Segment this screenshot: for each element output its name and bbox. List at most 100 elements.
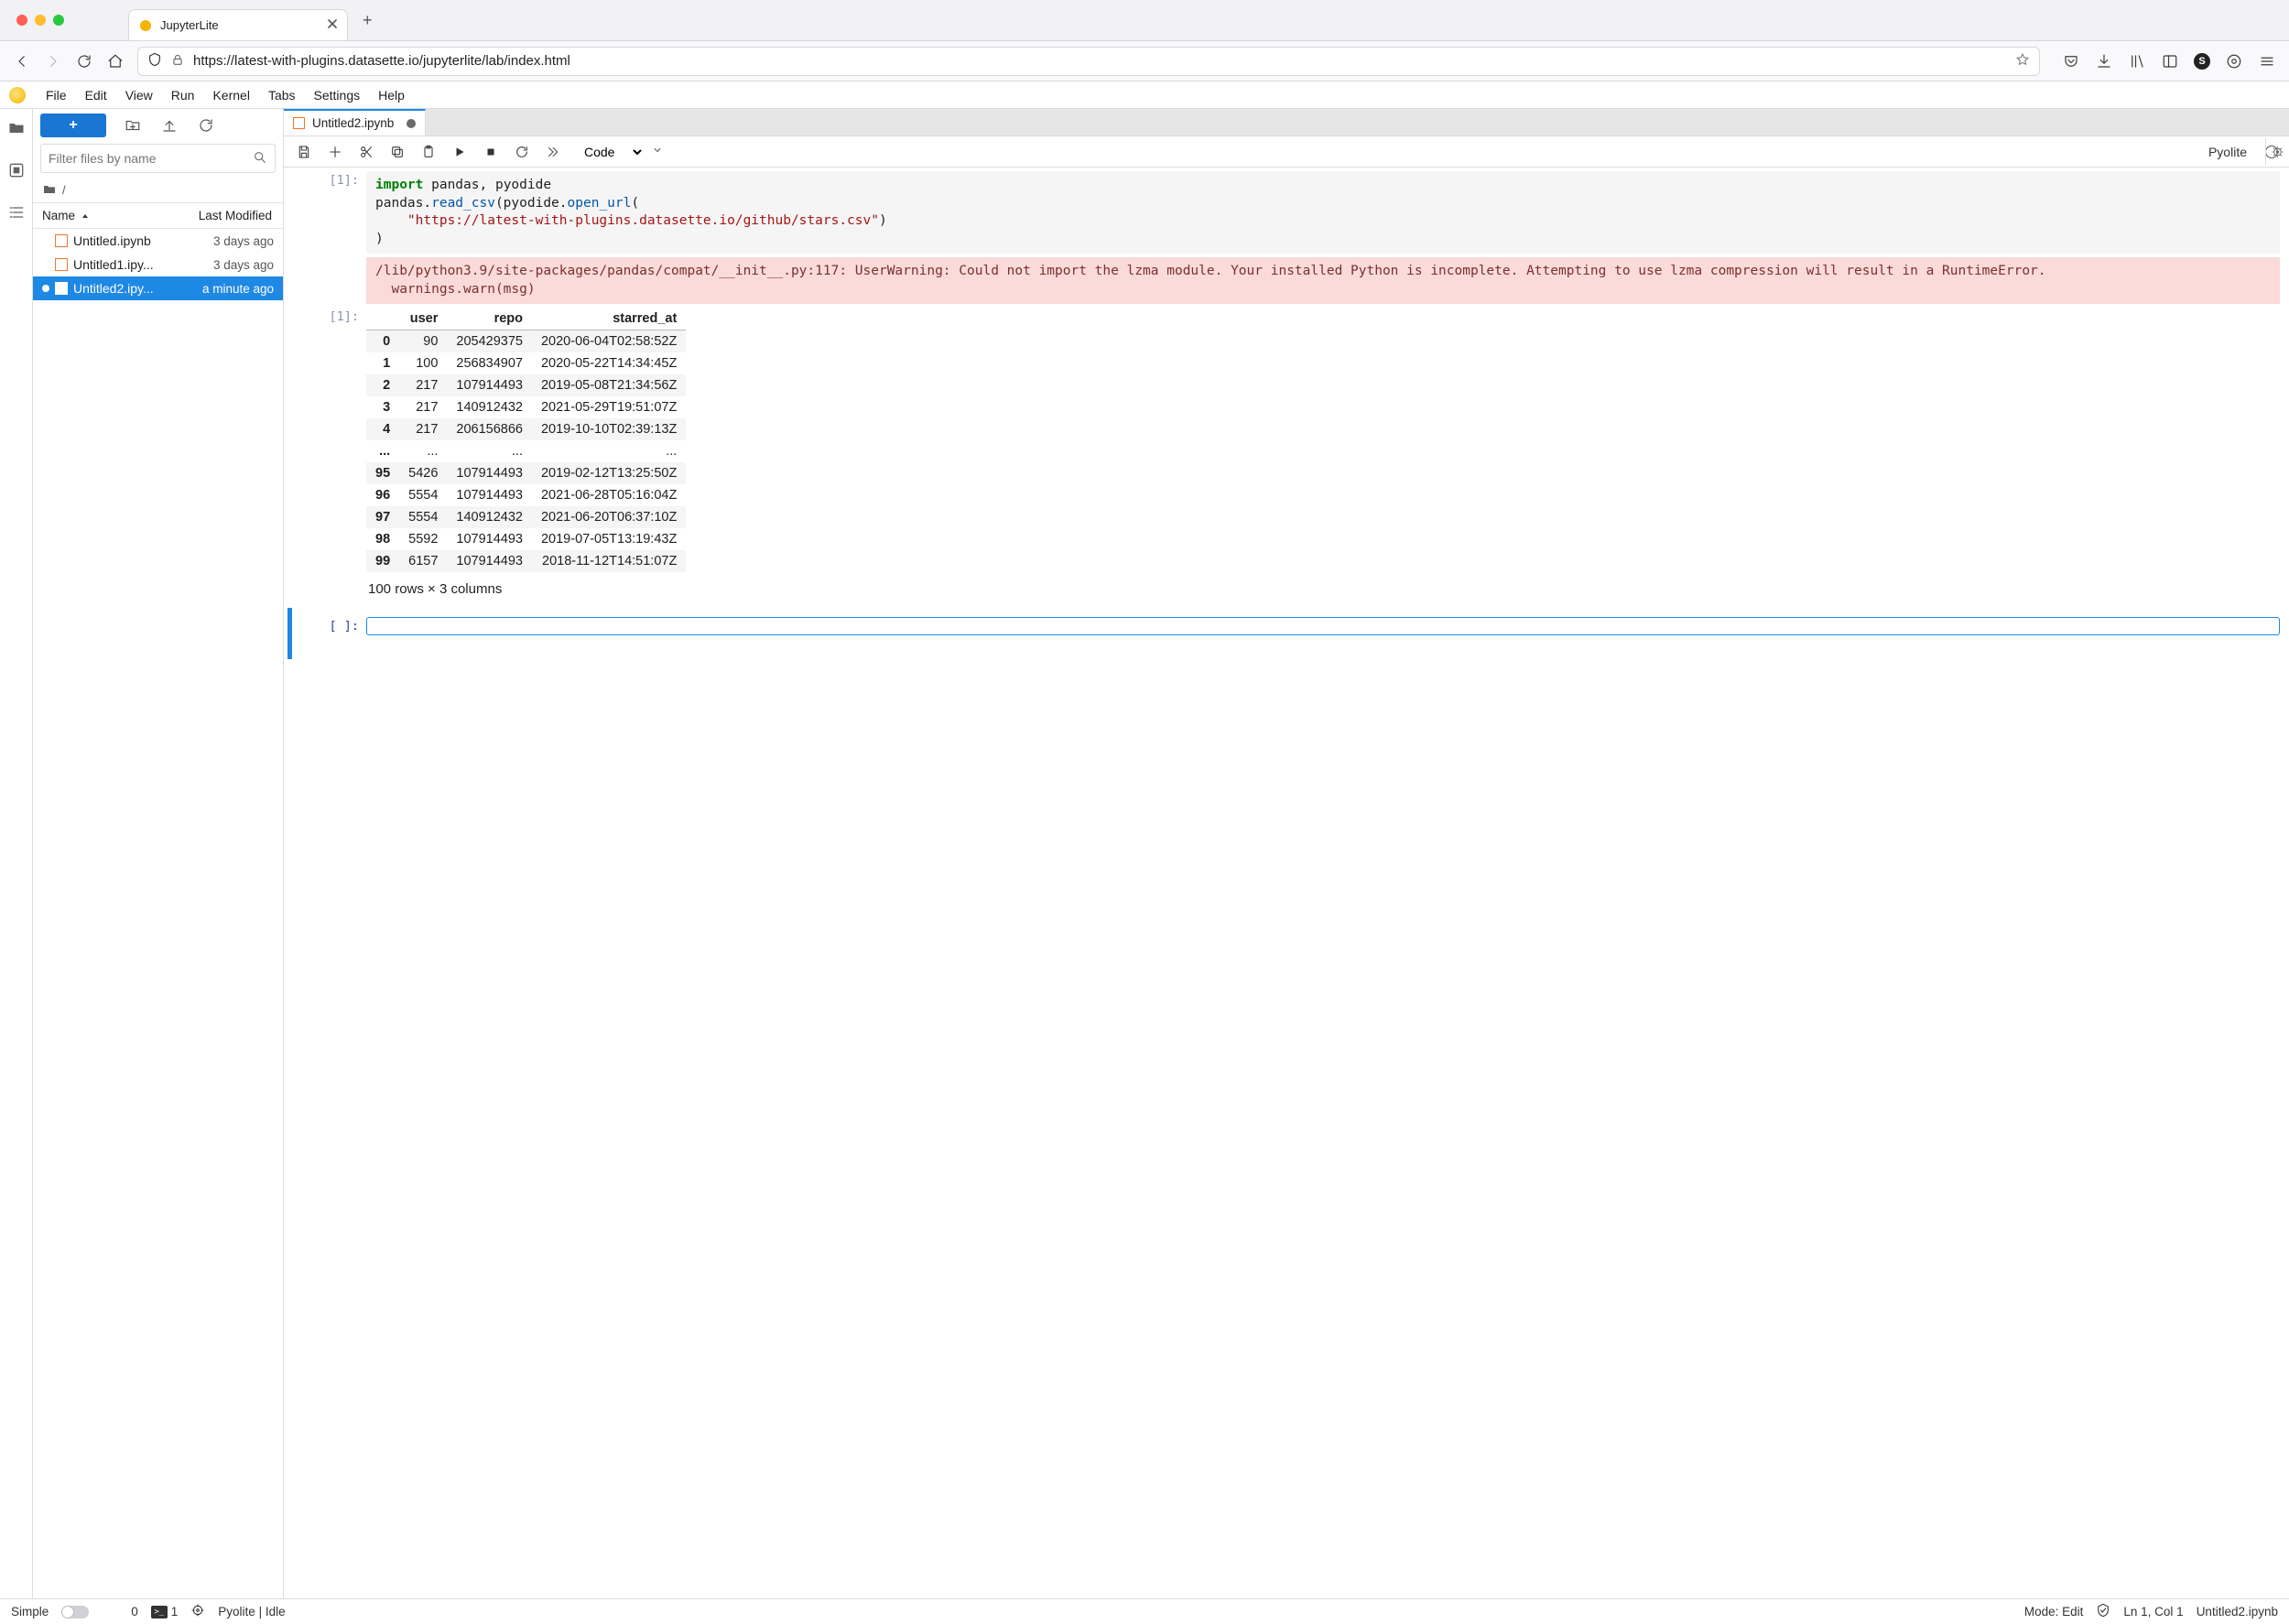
table-row: 9755541409124322021-06-20T06:37:10Z [366, 506, 686, 528]
col-name-label: Name [42, 209, 75, 222]
run-icon[interactable] [450, 143, 469, 161]
paste-icon[interactable] [419, 143, 438, 161]
sidebar-icon[interactable] [2161, 52, 2179, 70]
jupyter-favicon-icon [138, 18, 153, 33]
forward-button[interactable] [44, 52, 62, 70]
left-activity-bar [0, 109, 33, 1598]
shield-icon[interactable] [147, 52, 162, 70]
menu-view[interactable]: View [116, 84, 162, 106]
menu-run[interactable]: Run [162, 84, 204, 106]
kernel-status-text[interactable]: Pyolite | Idle [218, 1605, 285, 1619]
add-cell-icon[interactable] [326, 143, 344, 161]
empty-prompt: [ ]: [329, 617, 359, 633]
restart-kernel-icon[interactable] [513, 143, 531, 161]
pocket-icon[interactable] [2062, 52, 2080, 70]
menu-tabs[interactable]: Tabs [259, 84, 305, 106]
simple-mode-label: Simple [11, 1605, 49, 1619]
cell-1-output: [1]: userrepostarred_at 0902054293752020… [284, 304, 2289, 604]
cell-1-input: [1]: import pandas, pyodide pandas.read_… [284, 168, 2289, 254]
kernel-name[interactable]: Pyolite [2208, 145, 2247, 159]
file-row[interactable]: Untitled2.ipy...a minute ago [33, 276, 283, 300]
menu-file[interactable]: File [37, 84, 76, 106]
browser-tab[interactable]: JupyterLite [128, 9, 348, 40]
home-button[interactable] [106, 52, 125, 70]
cell-type-select[interactable]: Code [580, 144, 645, 160]
refresh-icon[interactable] [196, 115, 216, 135]
stop-icon[interactable] [482, 143, 500, 161]
unsaved-dot-icon [407, 119, 416, 128]
terminals-count[interactable]: >_1 [151, 1605, 179, 1619]
notebook-icon [55, 282, 68, 295]
table-row: 9655541079144932021-06-28T05:16:04Z [366, 484, 686, 506]
filter-input[interactable] [49, 151, 253, 166]
maximize-window-button[interactable] [53, 15, 64, 26]
breadcrumb[interactable]: / [33, 179, 283, 202]
running-sessions-icon[interactable] [6, 160, 27, 180]
account-avatar[interactable]: S [2194, 53, 2210, 70]
table-row: 9554261079144932019-02-12T13:25:50Z [366, 462, 686, 484]
file-list-header: Name Last Modified [33, 202, 283, 229]
menu-kernel[interactable]: Kernel [203, 84, 258, 106]
download-icon[interactable] [2095, 52, 2113, 70]
table-row: ............ [366, 440, 686, 462]
breadcrumb-sep: / [62, 183, 66, 197]
file-row[interactable]: Untitled.ipynb3 days ago [33, 229, 283, 253]
file-name: Untitled1.ipy... [73, 257, 213, 272]
notebook-panel[interactable]: [1]: import pandas, pyodide pandas.read_… [284, 168, 2289, 1598]
toc-icon[interactable] [6, 202, 27, 222]
lsp-icon[interactable] [190, 1603, 205, 1620]
cursor-position: Ln 1, Col 1 [2123, 1605, 2183, 1619]
url-bar[interactable]: https://latest-with-plugins.datasette.io… [137, 47, 2040, 76]
filter-box[interactable] [40, 144, 276, 173]
property-inspector-icon[interactable] [2265, 138, 2289, 166]
library-icon[interactable] [2128, 52, 2146, 70]
copy-icon[interactable] [388, 143, 407, 161]
lock-icon[interactable] [171, 53, 184, 70]
trust-icon[interactable] [2096, 1603, 2110, 1620]
menu-edit[interactable]: Edit [76, 84, 116, 106]
reload-button[interactable] [75, 52, 93, 70]
browser-toolbar-right: S [2062, 52, 2276, 70]
hamburger-menu-icon[interactable] [2258, 52, 2276, 70]
simple-mode-toggle[interactable] [61, 1606, 89, 1619]
cut-icon[interactable] [357, 143, 375, 161]
run-all-icon[interactable] [544, 143, 562, 161]
window-controls [16, 15, 64, 26]
jupyterlab-app: FileEditViewRunKernelTabsSettingsHelp + … [0, 81, 2289, 1598]
menu-help[interactable]: Help [369, 84, 414, 106]
tab-untitled2[interactable]: Untitled2.ipynb [284, 109, 426, 135]
dirty-dot-icon [42, 285, 49, 292]
code-input[interactable]: import pandas, pyodide pandas.read_csv(p… [366, 171, 2280, 254]
dataframe-summary: 100 rows × 3 columns [366, 572, 2280, 604]
file-name: Untitled.ipynb [73, 233, 213, 248]
close-window-button[interactable] [16, 15, 27, 26]
tab-label: Untitled2.ipynb [312, 116, 394, 130]
folder-icon[interactable] [6, 118, 27, 138]
menu-settings[interactable]: Settings [305, 84, 370, 106]
bookmark-star-icon[interactable] [2015, 52, 2030, 70]
save-icon[interactable] [295, 143, 313, 161]
upload-icon[interactable] [159, 115, 179, 135]
browser-tab-title: JupyterLite [160, 18, 320, 32]
code-input-active[interactable] [366, 617, 2280, 635]
table-row: 9961571079144932018-11-12T14:51:07Z [366, 550, 686, 572]
col-name[interactable]: Name [33, 203, 173, 228]
new-launcher-button[interactable]: + [40, 114, 106, 137]
extensions-icon[interactable] [2225, 52, 2243, 70]
new-tab-button[interactable]: + [363, 11, 373, 30]
new-folder-icon[interactable] [123, 115, 143, 135]
folder-icon [42, 182, 57, 197]
minimize-window-button[interactable] [35, 15, 46, 26]
table-row: 0902054293752020-06-04T02:58:52Z [366, 330, 686, 353]
menubar: FileEditViewRunKernelTabsSettingsHelp [0, 81, 2289, 109]
col-modified[interactable]: Last Modified [173, 203, 283, 228]
close-tab-icon[interactable] [327, 18, 338, 32]
browser-toolbar: https://latest-with-plugins.datasette.io… [0, 41, 2289, 81]
file-modified: 3 days ago [213, 234, 274, 248]
back-button[interactable] [13, 52, 31, 70]
table-row: 9855921079144932019-07-05T13:19:43Z [366, 528, 686, 550]
cell-2-input: [ ]: [284, 604, 2289, 663]
search-icon [253, 150, 267, 168]
consoles-count[interactable]: 0 [131, 1605, 138, 1619]
file-row[interactable]: Untitled1.ipy...3 days ago [33, 253, 283, 276]
